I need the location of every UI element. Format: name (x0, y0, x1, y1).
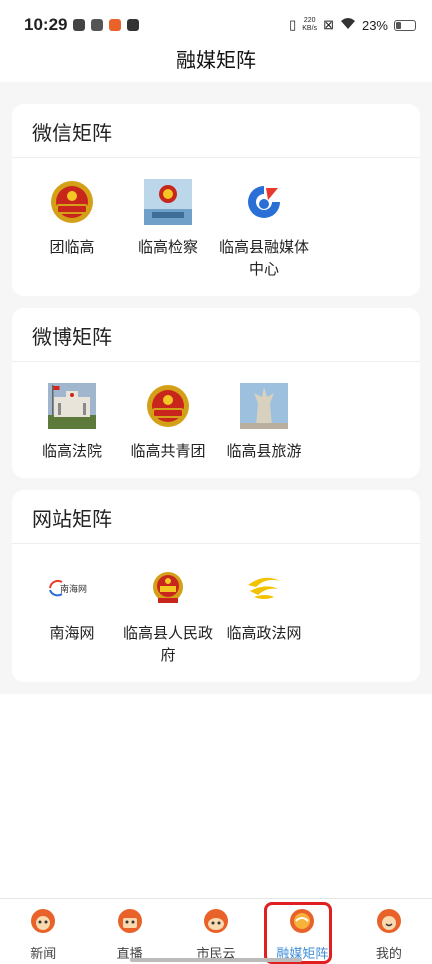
battery-fill (396, 21, 401, 29)
media-matrix-tab-icon (290, 909, 315, 933)
court-building-icon (48, 382, 96, 430)
item-label: 南海网 (49, 624, 95, 642)
news-tab-icon (31, 909, 56, 933)
home-indicator[interactable] (130, 958, 302, 962)
item-label: 临高检察 (137, 238, 198, 256)
item-label: 临高政法网 (226, 624, 302, 642)
matrix-item-lingao-youth-league[interactable]: 临高共青团 (120, 362, 216, 462)
network-speed: 220 KB/s (302, 17, 317, 33)
play-notification-icon (127, 19, 140, 31)
yellow-swirl-logo-icon (240, 564, 288, 612)
battery-icon (394, 19, 416, 31)
citizen-cloud-tab-icon (204, 909, 229, 933)
item-label: 临高共青团 (130, 442, 206, 460)
media-center-logo-icon (240, 178, 288, 226)
vibrate-icon: ▯ (289, 17, 297, 32)
section-weibo: 微博矩阵 临高法院 临高共青团 临高县旅游 (12, 308, 420, 478)
tab-citizen-cloud[interactable]: 市民云 (173, 899, 259, 964)
section-title: 微信矩阵 (12, 104, 420, 158)
app-notification-icon (73, 19, 86, 31)
matrix-item-media-center[interactable]: 临高县融媒体中心 (216, 158, 312, 280)
tab-mine[interactable]: 我的 (346, 899, 432, 964)
header-divider-gap (0, 82, 432, 104)
statue-photo-icon (240, 382, 288, 430)
youth-league-emblem-icon (144, 382, 192, 430)
bottom-tabbar: 新闻 直播 市民云 融媒矩阵 我的 (0, 898, 432, 964)
section-websites: 网站矩阵 南海网 南海网 临高县人民政府 临高政法网 (12, 490, 420, 682)
mine-tab-icon (376, 909, 401, 933)
section-wechat: 微信矩阵 团临高 临高检察 临高县融媒体中心 (12, 104, 420, 296)
tab-live[interactable]: 直播 (86, 899, 172, 964)
tab-label: 新闻 (30, 947, 57, 962)
item-label: 团临高 (49, 238, 95, 256)
page-title: 融媒矩阵 (0, 50, 432, 82)
battery-percent: 23% (361, 17, 388, 33)
wifi-icon (340, 17, 356, 33)
matrix-item-lingao-government[interactable]: 临高县人民政府 (120, 544, 216, 666)
tab-label: 我的 (375, 947, 402, 962)
tab-news[interactable]: 新闻 (0, 899, 86, 964)
nanhai-logo-text: 南海网 (60, 583, 87, 595)
mail-notification-icon (91, 19, 104, 31)
national-emblem-icon (144, 564, 192, 612)
section-title: 微博矩阵 (12, 308, 420, 362)
matrix-item-nanhai-net[interactable]: 南海网 南海网 (24, 544, 120, 666)
matrix-item-lingao-jiancha[interactable]: 临高检察 (120, 158, 216, 280)
procuratorate-emblem-icon (144, 178, 192, 226)
section-title: 网站矩阵 (12, 490, 420, 544)
matrix-item-lingao-tourism[interactable]: 临高县旅游 (216, 362, 312, 462)
status-bar: 10:29 ▯ 220 KB/s ⊠ 23% (0, 0, 432, 50)
matrix-item-lingao-zhengfa[interactable]: 临高政法网 (216, 544, 312, 666)
item-label: 临高县融媒体中心 (218, 238, 309, 278)
orange-app-notification-icon (109, 19, 122, 31)
network-speed-unit: KB/s (302, 25, 318, 32)
matrix-item-tuanlingao[interactable]: 团临高 (24, 158, 120, 280)
status-left: 10:29 (24, 15, 140, 35)
item-label: 临高法院 (41, 442, 102, 460)
item-label: 临高县人民政府 (122, 624, 213, 664)
matrix-item-lingao-court[interactable]: 临高法院 (24, 362, 120, 462)
network-speed-value: 220 (303, 17, 316, 24)
youth-league-emblem-icon (48, 178, 96, 226)
live-tab-icon (117, 909, 142, 933)
sim-off-icon: ⊠ (323, 17, 334, 32)
nanhai-logo-icon: 南海网 (48, 564, 96, 612)
item-label: 临高县旅游 (226, 442, 302, 460)
clock: 10:29 (24, 15, 68, 34)
status-right: ▯ 220 KB/s ⊠ 23% (289, 17, 416, 33)
blank-content-area (0, 694, 432, 898)
tab-media-matrix[interactable]: 融媒矩阵 (259, 899, 345, 964)
